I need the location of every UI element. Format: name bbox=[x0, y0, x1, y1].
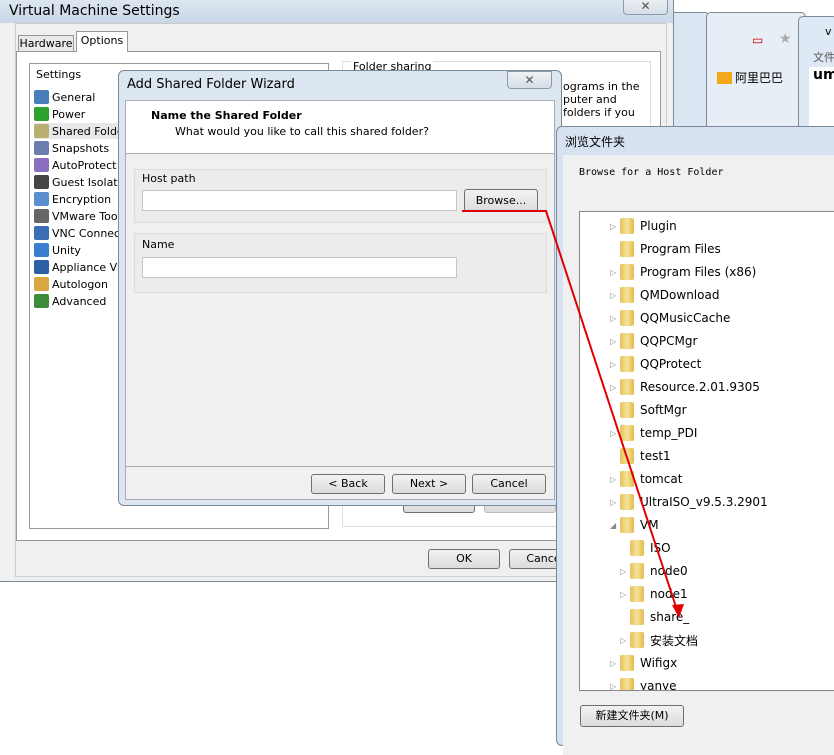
tab-options[interactable]: Options bbox=[76, 31, 128, 52]
annotation-line bbox=[462, 210, 680, 617]
arrowhead-icon bbox=[672, 604, 684, 618]
annotation-arrow bbox=[462, 210, 684, 618]
